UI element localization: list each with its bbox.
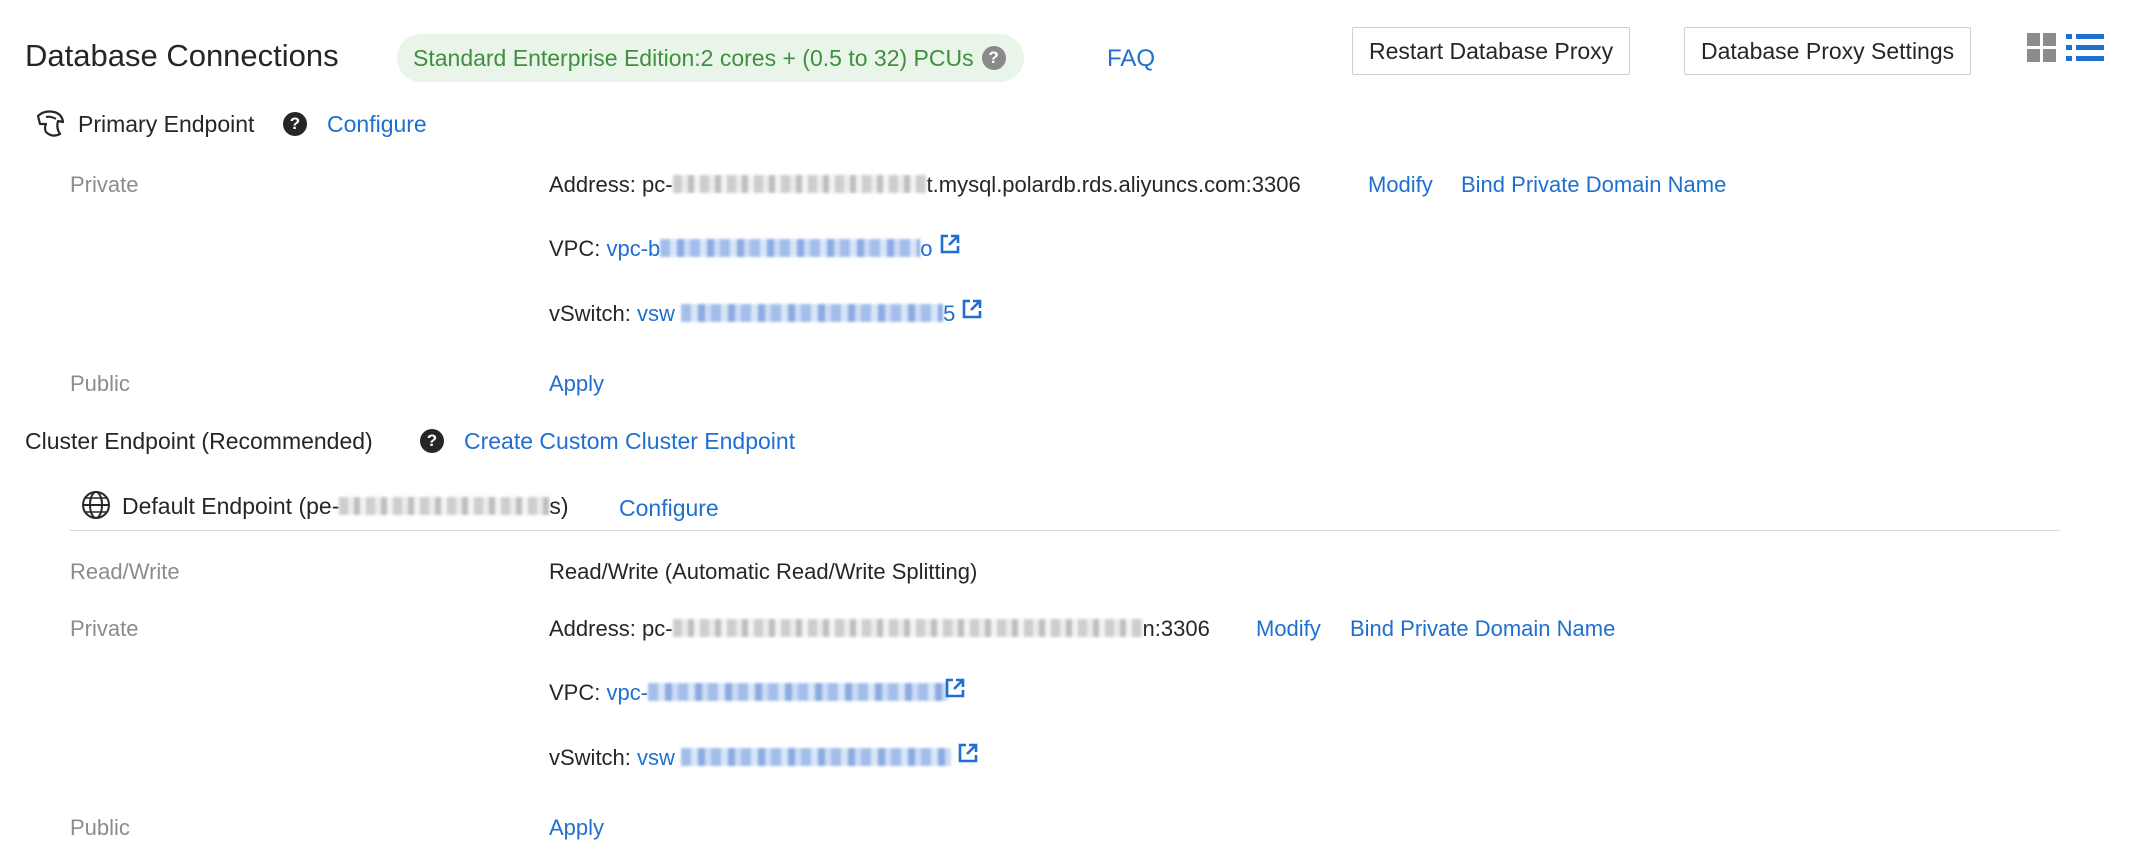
edition-badge: Standard Enterprise Edition:2 cores + (0… bbox=[397, 34, 1024, 82]
address-suffix: t.mysql.polardb.rds.aliyuncs.com:3306 bbox=[926, 172, 1301, 197]
redacted-text bbox=[339, 496, 550, 515]
default-endpoint-configure-link[interactable]: Configure bbox=[619, 493, 719, 523]
primary-apply-link[interactable]: Apply bbox=[549, 369, 604, 399]
redacted-text bbox=[681, 748, 952, 767]
primary-modify-link[interactable]: Modify bbox=[1368, 170, 1433, 200]
cluster-modify-link[interactable]: Modify bbox=[1256, 614, 1321, 644]
cluster-endpoint-help-icon[interactable]: ? bbox=[420, 429, 444, 453]
page-title: Database Connections bbox=[25, 38, 339, 73]
primary-vpc-link[interactable]: vpc-b o bbox=[606, 236, 932, 261]
address-prefix: pc- bbox=[641, 172, 673, 197]
address-suffix: n:3306 bbox=[1142, 616, 1210, 641]
address-label: Address: bbox=[549, 616, 636, 641]
primary-vswitch-link[interactable]: vsw 5 bbox=[637, 301, 955, 326]
grid-view-icon[interactable] bbox=[2027, 32, 2057, 64]
primary-bind-domain-link[interactable]: Bind Private Domain Name bbox=[1461, 170, 1726, 200]
cluster-public-label: Public bbox=[70, 815, 130, 840]
vpc-label: VPC: bbox=[549, 236, 601, 261]
database-proxy-settings-button[interactable]: Database Proxy Settings bbox=[1684, 27, 1972, 75]
cluster-private-label: Private bbox=[70, 616, 139, 641]
cluster-vswitch-link[interactable]: vsw bbox=[637, 745, 952, 770]
vswitch-label: vSwitch: bbox=[549, 745, 631, 770]
redacted-text bbox=[681, 304, 944, 323]
external-link-icon[interactable] bbox=[939, 233, 961, 263]
help-icon[interactable]: ? bbox=[981, 45, 1006, 70]
external-link-icon[interactable] bbox=[957, 742, 979, 772]
vswitch-label: vSwitch: bbox=[549, 301, 631, 326]
read-write-value: Read/Write (Automatic Read/Write Splitti… bbox=[549, 559, 978, 584]
list-view-icon[interactable] bbox=[2066, 32, 2104, 64]
default-endpoint-title: Default Endpoint (pe-s) bbox=[122, 491, 569, 521]
cluster-vswitch-row: vSwitch: vsw bbox=[549, 743, 979, 774]
cluster-vpc-row: VPC: vpc- bbox=[549, 678, 966, 709]
restart-database-proxy-button[interactable]: Restart Database Proxy bbox=[1352, 27, 1631, 75]
primary-vswitch-row: vSwitch: vsw 5 bbox=[549, 299, 983, 330]
cluster-address: Address: pc-n:3306 bbox=[549, 614, 1210, 644]
section-divider bbox=[70, 530, 2060, 531]
default-endpoint-suffix: s) bbox=[549, 493, 569, 519]
cluster-apply-link[interactable]: Apply bbox=[549, 813, 604, 843]
address-label: Address: bbox=[549, 172, 636, 197]
primary-private-label: Private bbox=[70, 172, 139, 197]
primary-public-label: Public bbox=[70, 371, 130, 396]
primary-endpoint-title: Primary Endpoint bbox=[78, 111, 255, 137]
edition-badge-text: Standard Enterprise Edition:2 cores + (0… bbox=[413, 45, 974, 71]
faq-link[interactable]: FAQ bbox=[1107, 44, 1155, 74]
cluster-vpc-link[interactable]: vpc- bbox=[606, 680, 949, 705]
redacted-text bbox=[672, 619, 1143, 638]
redacted-text bbox=[660, 239, 921, 258]
cluster-endpoint-title: Cluster Endpoint (Recommended) bbox=[25, 428, 373, 454]
cluster-bind-domain-link[interactable]: Bind Private Domain Name bbox=[1350, 614, 1615, 644]
address-prefix: pc- bbox=[641, 616, 673, 641]
redacted-text bbox=[648, 683, 949, 702]
redacted-text bbox=[672, 175, 927, 194]
default-endpoint-prefix: Default Endpoint (pe- bbox=[122, 493, 340, 519]
external-link-icon[interactable] bbox=[944, 677, 966, 707]
primary-address: Address: pc-t.mysql.polardb.rds.aliyuncs… bbox=[549, 170, 1301, 200]
read-write-label: Read/Write bbox=[70, 559, 180, 584]
vpc-label: VPC: bbox=[549, 680, 601, 705]
primary-endpoint-icon bbox=[34, 108, 66, 140]
globe-icon bbox=[81, 490, 111, 520]
create-custom-cluster-endpoint-link[interactable]: Create Custom Cluster Endpoint bbox=[464, 426, 795, 456]
external-link-icon[interactable] bbox=[961, 298, 983, 328]
primary-vpc-row: VPC: vpc-b o bbox=[549, 234, 961, 265]
primary-endpoint-help-icon[interactable]: ? bbox=[283, 112, 307, 136]
primary-configure-link[interactable]: Configure bbox=[327, 109, 427, 139]
